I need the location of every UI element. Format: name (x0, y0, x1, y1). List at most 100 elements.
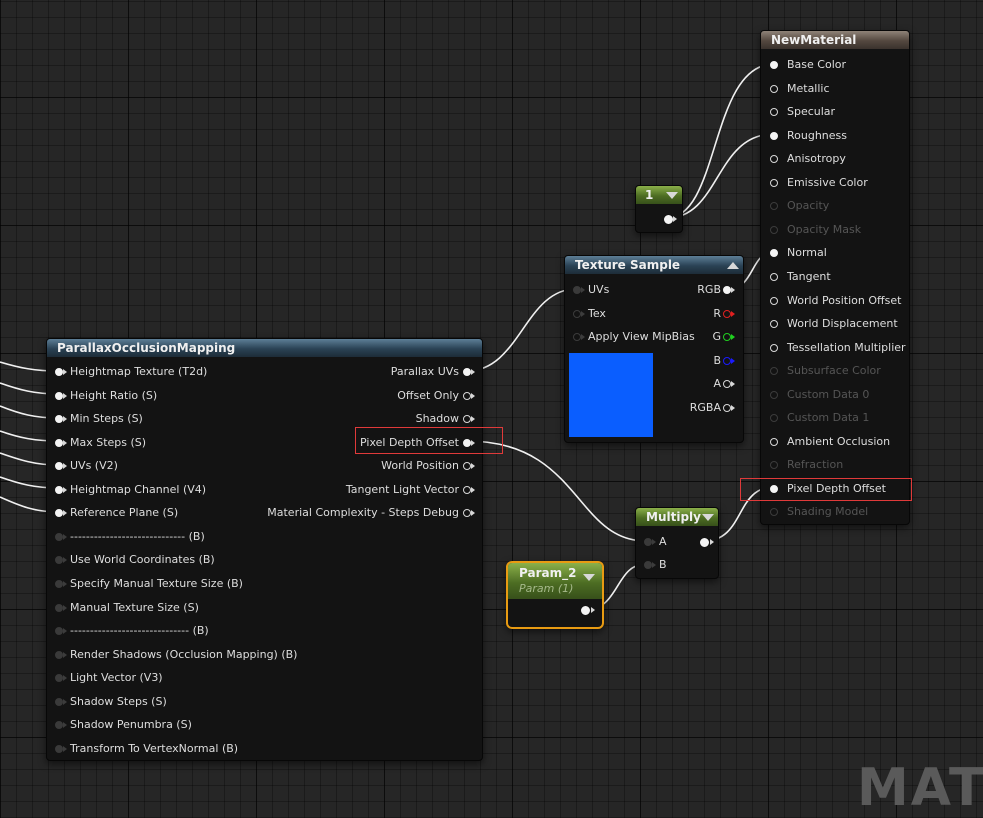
multiply-input-pin[interactable] (644, 561, 652, 569)
pom-input-pin[interactable] (55, 415, 63, 423)
pom-input-label: Reference Plane (S) (70, 506, 179, 519)
material-input-pin[interactable] (770, 438, 778, 446)
texture-input-pin[interactable] (573, 286, 581, 294)
pin-arrow-icon (731, 381, 735, 387)
pin-arrow-icon (63, 487, 67, 493)
pom-output-pin[interactable] (463, 486, 471, 494)
parallax-occlusion-mapping-node[interactable]: ParallaxOcclusionMapping Heightmap Textu… (46, 338, 483, 761)
material-title: NewMaterial (761, 31, 909, 49)
material-input-label: World Displacement (787, 317, 898, 330)
param-title: Param_2 (519, 566, 577, 580)
param-node[interactable]: Param_2 Param (1) (506, 561, 604, 629)
material-input-pin[interactable] (770, 344, 778, 352)
texture-output-pin[interactable] (723, 380, 731, 388)
material-input-label: Subsurface Color (787, 364, 881, 377)
material-input-pin[interactable] (770, 367, 778, 375)
pom-input-pin[interactable] (55, 745, 63, 753)
material-input-pin[interactable] (770, 485, 778, 493)
pom-input-pin[interactable] (55, 462, 63, 470)
pom-output-pin[interactable] (463, 439, 471, 447)
texture-output-pin[interactable] (723, 404, 731, 412)
texture-output-label: RGBA (689, 401, 721, 414)
texture-output-pin[interactable] (723, 310, 731, 318)
pin-arrow-icon (63, 675, 67, 681)
pom-input-label: Shadow Penumbra (S) (70, 718, 192, 731)
pom-input-label: Transform To VertexNormal (B) (70, 742, 239, 755)
pin-arrow-icon (591, 607, 595, 613)
texture-input-pin[interactable] (573, 333, 581, 341)
pom-input-pin[interactable] (55, 392, 63, 400)
pom-output-label: Tangent Light Vector (345, 483, 459, 496)
constant-output-pin[interactable] (664, 215, 673, 224)
multiply-output-pin[interactable] (700, 538, 709, 547)
pom-input-pin[interactable] (55, 721, 63, 729)
pom-output-label: Material Complexity - Steps Debug (267, 506, 459, 519)
material-input-pin[interactable] (770, 226, 778, 234)
pom-input-pin[interactable] (55, 651, 63, 659)
pom-output-pin[interactable] (463, 509, 471, 517)
material-input-pin[interactable] (770, 391, 778, 399)
texture-output-pin[interactable] (723, 357, 731, 365)
param-output-pin[interactable] (581, 606, 590, 615)
pom-input-pin[interactable] (55, 627, 63, 635)
material-input-pin[interactable] (770, 273, 778, 281)
pom-input-pin[interactable] (55, 486, 63, 494)
pom-output-pin[interactable] (463, 462, 471, 470)
material-input-pin[interactable] (770, 202, 778, 210)
material-graph-canvas[interactable]: ParallaxOcclusionMapping Heightmap Textu… (0, 0, 983, 818)
multiply-input-pin[interactable] (644, 538, 652, 546)
collapse-down-icon[interactable] (666, 192, 678, 199)
pom-input-pin[interactable] (55, 368, 63, 376)
material-input-pin[interactable] (770, 155, 778, 163)
pom-input-label: Shadow Steps (S) (70, 695, 167, 708)
texture-sample-node[interactable]: Texture Sample UVs Tex Apply View MipBias … (564, 255, 744, 443)
texture-output-pin[interactable] (723, 286, 731, 294)
pom-input-pin[interactable] (55, 674, 63, 682)
pin-arrow-icon (652, 562, 656, 568)
material-input-pin[interactable] (770, 508, 778, 516)
multiply-node[interactable]: Multiply AB (635, 507, 719, 579)
pin-arrow-icon (471, 510, 475, 516)
material-input-pin[interactable] (770, 414, 778, 422)
pom-input-pin[interactable] (55, 698, 63, 706)
material-output-node[interactable]: NewMaterial Base Color Metallic Specular Ro… (760, 30, 910, 525)
material-input-pin[interactable] (770, 461, 778, 469)
pom-input-label: Render Shadows (Occlusion Mapping) (B) (70, 648, 298, 661)
material-input-pin[interactable] (770, 61, 778, 69)
pom-output-pin[interactable] (463, 415, 471, 423)
material-input-pin[interactable] (770, 297, 778, 305)
material-input-pin[interactable] (770, 249, 778, 257)
pom-input-pin[interactable] (55, 556, 63, 564)
pin-arrow-icon (581, 287, 585, 293)
material-input-label: Pixel Depth Offset (787, 482, 886, 495)
collapse-down-icon[interactable] (583, 574, 595, 581)
pom-input-pin[interactable] (55, 533, 63, 541)
material-input-pin[interactable] (770, 132, 778, 140)
texture-output-pin[interactable] (723, 333, 731, 341)
pom-input-pin[interactable] (55, 604, 63, 612)
collapse-down-icon[interactable] (702, 514, 714, 521)
multiply-input-label: B (659, 558, 667, 571)
pom-output-pin[interactable] (463, 392, 471, 400)
pom-output-pin[interactable] (463, 368, 471, 376)
pin-arrow-icon (471, 416, 475, 422)
texture-output-label: RGB (697, 283, 721, 296)
material-input-pin[interactable] (770, 320, 778, 328)
pin-arrow-icon (63, 746, 67, 752)
pom-input-pin[interactable] (55, 580, 63, 588)
collapse-up-icon[interactable] (727, 262, 739, 269)
pom-input-pin[interactable] (55, 439, 63, 447)
pin-arrow-icon (63, 369, 67, 375)
pom-input-label: Manual Texture Size (S) (70, 601, 199, 614)
constant-node[interactable]: 1 (635, 185, 683, 233)
texture-sample-title: Texture Sample (565, 256, 743, 274)
texture-input-pin[interactable] (573, 310, 581, 318)
pin-arrow-icon (581, 334, 585, 340)
material-input-pin[interactable] (770, 179, 778, 187)
pin-arrow-icon (63, 416, 67, 422)
pom-input-pin[interactable] (55, 509, 63, 517)
material-input-pin[interactable] (770, 108, 778, 116)
material-input-pin[interactable] (770, 85, 778, 93)
material-input-label: Base Color (787, 58, 847, 71)
texture-input-label: Tex (588, 307, 606, 320)
